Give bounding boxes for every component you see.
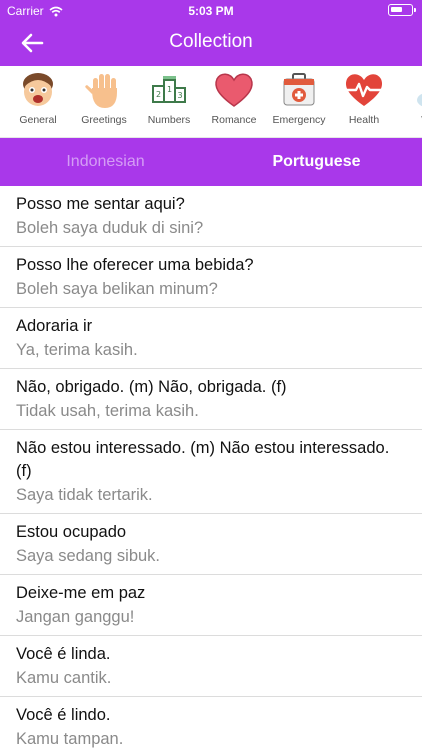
- indonesian-translation: Jangan ganggu!: [16, 608, 135, 626]
- indonesian-translation: Saya sedang sibuk.: [16, 547, 161, 565]
- first-aid-kit-icon: [283, 73, 315, 106]
- list-item[interactable]: Você é lindo. Kamu tampan.: [0, 697, 422, 750]
- podium-icon: 2 1 3: [152, 76, 186, 103]
- tab-indonesian[interactable]: Indonesian: [0, 138, 211, 186]
- indonesian-translation: Kamu cantik.: [16, 669, 112, 687]
- list-item[interactable]: Não, obrigado. (m) Não, obrigada. (f) Ti…: [0, 369, 422, 430]
- category-label: General: [19, 114, 57, 126]
- category-emergency[interactable]: Emergency: [270, 70, 328, 134]
- svg-text:2: 2: [156, 90, 161, 99]
- list-item[interactable]: Adoraria ir Ya, terima kasih.: [0, 308, 422, 369]
- phrase-list: Posso me sentar aqui? Boleh saya duduk d…: [0, 186, 422, 750]
- portuguese-phrase: Estou ocupado: [16, 523, 127, 541]
- list-item[interactable]: Deixe-me em paz Jangan ganggu!: [0, 575, 422, 636]
- indonesian-translation: Tidak usah, terima kasih.: [16, 402, 199, 420]
- weather-icon: [417, 93, 422, 107]
- indonesian-translation: Boleh saya belikan minum?: [16, 280, 218, 298]
- list-item[interactable]: Estou ocupado Saya sedang sibuk.: [0, 514, 422, 575]
- category-label: Numbers: [147, 114, 191, 126]
- portuguese-phrase: Deixe-me em paz: [16, 584, 146, 602]
- indonesian-translation: Boleh saya duduk di sini?: [16, 219, 204, 237]
- category-label: We: [400, 114, 422, 126]
- hand-icon: [85, 74, 117, 108]
- page-title: Collection: [169, 31, 253, 52]
- heartbeat-icon: [345, 74, 383, 106]
- category-general[interactable]: General: [9, 70, 67, 134]
- list-item[interactable]: Posso lhe oferecer uma bebida? Boleh say…: [0, 247, 422, 308]
- portuguese-phrase: Adoraria ir: [16, 317, 93, 335]
- portuguese-phrase: Você é linda.: [16, 645, 111, 663]
- navigation-bar: Carrier 5:03 PM Collection: [0, 0, 422, 66]
- portuguese-phrase: Posso me sentar aqui?: [16, 195, 185, 213]
- portuguese-phrase: Não, obrigado. (m) Não, obrigada. (f): [16, 378, 287, 396]
- category-label: Health: [348, 114, 380, 126]
- list-item[interactable]: Não estou interessado. (m) Não estou int…: [0, 430, 422, 514]
- category-greetings[interactable]: Greetings: [75, 70, 133, 134]
- status-time: 5:03 PM: [188, 4, 234, 18]
- category-bar: General Greetings 2 1 3 Numbers Romance: [0, 66, 422, 138]
- tab-portuguese[interactable]: Portuguese: [211, 138, 422, 186]
- category-romance[interactable]: Romance: [205, 70, 263, 134]
- portuguese-phrase: Não estou interessado. (m) Não estou int…: [16, 439, 390, 480]
- portuguese-phrase: Posso lhe oferecer uma bebida?: [16, 256, 254, 274]
- svg-text:3: 3: [177, 91, 182, 100]
- indonesian-translation: Kamu tampan.: [16, 730, 124, 748]
- category-health[interactable]: Health: [335, 70, 393, 134]
- face-icon: [23, 73, 53, 106]
- svg-text:1: 1: [167, 85, 172, 94]
- indonesian-translation: Saya tidak tertarik.: [16, 486, 153, 504]
- list-item[interactable]: Você é linda. Kamu cantik.: [0, 636, 422, 697]
- indonesian-translation: Ya, terima kasih.: [16, 341, 138, 359]
- list-item[interactable]: Posso me sentar aqui? Boleh saya duduk d…: [0, 186, 422, 247]
- heart-icon: [215, 73, 253, 107]
- portuguese-phrase: Você é lindo.: [16, 706, 111, 724]
- language-tabs: Indonesian Portuguese: [0, 138, 422, 186]
- status-bar: Carrier 5:03 PM: [0, 0, 422, 22]
- category-label: Romance: [211, 114, 257, 126]
- battery-icon: [388, 4, 416, 16]
- category-label: Emergency: [272, 114, 326, 126]
- category-numbers[interactable]: 2 1 3 Numbers: [140, 70, 198, 134]
- category-weather[interactable]: We: [400, 70, 422, 134]
- category-label: Greetings: [81, 114, 127, 126]
